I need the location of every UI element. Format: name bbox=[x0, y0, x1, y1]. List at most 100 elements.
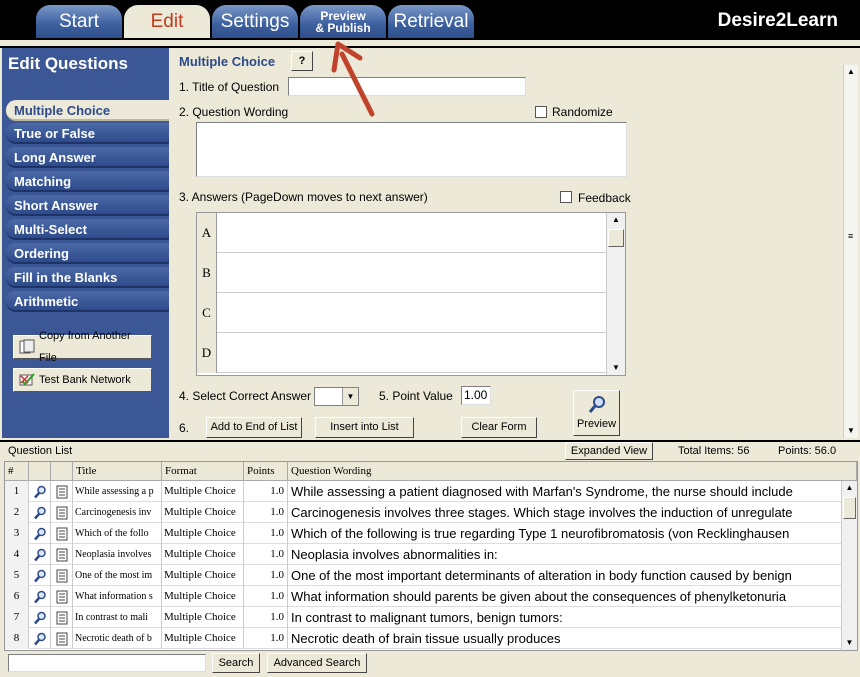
view-question-icon[interactable] bbox=[29, 607, 51, 628]
tab-settings[interactable]: Settings bbox=[212, 5, 298, 38]
row-title: In contrast to mali bbox=[73, 607, 162, 628]
qtype-multiple-choice[interactable]: Multiple Choice bbox=[6, 100, 169, 121]
row-number: 5 bbox=[5, 565, 29, 586]
header-points[interactable]: Points bbox=[244, 462, 288, 481]
table-row[interactable]: 2 Carcinogenesis inv Multiple Choice 1.0 Car… bbox=[5, 502, 841, 523]
tab-preview-publish[interactable]: Preview & Publish bbox=[300, 5, 386, 38]
answer-row[interactable]: C bbox=[197, 293, 606, 333]
row-title: One of the most im bbox=[73, 565, 162, 586]
view-question-icon[interactable] bbox=[29, 565, 51, 586]
randomize-checkbox[interactable] bbox=[535, 106, 547, 118]
qtype-multi-select[interactable]: Multi-Select bbox=[6, 219, 169, 240]
qtype-short-answer[interactable]: Short Answer bbox=[6, 195, 169, 216]
answer-letter: C bbox=[197, 293, 217, 333]
title-input[interactable] bbox=[288, 77, 526, 96]
edit-question-icon[interactable] bbox=[51, 607, 73, 628]
tab-retrieval[interactable]: Retrieval bbox=[388, 5, 474, 38]
answers-scrollbar[interactable]: ▲ ▼ bbox=[606, 213, 625, 375]
edit-question-icon[interactable] bbox=[51, 544, 73, 565]
search-input[interactable] bbox=[8, 654, 206, 672]
table-row[interactable]: 5 One of the most im Multiple Choice 1.0 One… bbox=[5, 565, 841, 586]
view-question-icon[interactable] bbox=[29, 628, 51, 649]
scroll-down-icon[interactable]: ▼ bbox=[607, 361, 625, 375]
table-row[interactable]: 8 Necrotic death of b Multiple Choice 1.0 Ne… bbox=[5, 628, 841, 649]
row-number: 3 bbox=[5, 523, 29, 544]
table-row[interactable]: 6 What information s Multiple Choice 1.0 Wha… bbox=[5, 586, 841, 607]
test-bank-network-button[interactable]: Test Bank Network bbox=[13, 368, 152, 392]
question-list-table: # Title Format Points Question Wording 1… bbox=[4, 461, 858, 651]
scroll-up-icon[interactable]: ▲ bbox=[842, 481, 857, 495]
editor-heading: Multiple Choice bbox=[179, 54, 276, 69]
view-question-icon[interactable] bbox=[29, 544, 51, 565]
expanded-view-button[interactable]: Expanded View bbox=[565, 442, 653, 460]
question-list-scrollbar[interactable]: ▲ ▼ bbox=[841, 481, 857, 650]
add-to-end-button[interactable]: Add to End of List bbox=[206, 417, 302, 438]
table-row[interactable]: 1 While assessing a p Multiple Choice 1.0 Wh… bbox=[5, 481, 841, 502]
qtype-long-answer[interactable]: Long Answer bbox=[6, 147, 169, 168]
row-points: 1.0 bbox=[244, 544, 288, 565]
answer-row[interactable]: D bbox=[197, 333, 606, 373]
header-wording[interactable]: Question Wording bbox=[288, 462, 857, 481]
scroll-thumb[interactable] bbox=[608, 229, 624, 247]
row-wording: While assessing a patient diagnosed with… bbox=[291, 484, 793, 499]
row-wording: Neoplasia involves abnormalities in: bbox=[291, 547, 498, 562]
row-points: 1.0 bbox=[244, 607, 288, 628]
table-row[interactable]: 3 Which of the follo Multiple Choice 1.0 Whi… bbox=[5, 523, 841, 544]
edit-question-icon[interactable] bbox=[51, 628, 73, 649]
left-panel-title: Edit Questions bbox=[8, 54, 128, 73]
row-title: What information s bbox=[73, 586, 162, 607]
view-question-icon[interactable] bbox=[29, 502, 51, 523]
copy-from-file-button[interactable]: Copy from Another File bbox=[13, 330, 152, 364]
view-question-icon[interactable] bbox=[29, 586, 51, 607]
editor-scrollbar[interactable]: ▲ ≡ ▼ bbox=[843, 65, 858, 438]
chevron-down-icon[interactable]: ▼ bbox=[342, 388, 358, 405]
edit-question-icon[interactable] bbox=[51, 502, 73, 523]
clear-form-button[interactable]: Clear Form bbox=[461, 417, 537, 438]
tab-edit[interactable]: Edit bbox=[124, 5, 210, 38]
question-editor: Multiple Choice ? 1. Title of Question 2… bbox=[169, 48, 843, 438]
advanced-search-button[interactable]: Advanced Search bbox=[267, 653, 367, 673]
view-question-icon[interactable] bbox=[29, 481, 51, 502]
header-edit[interactable] bbox=[51, 462, 73, 481]
qtype-ordering[interactable]: Ordering bbox=[6, 243, 169, 264]
correct-answer-select[interactable]: ▼ bbox=[314, 387, 359, 406]
table-row[interactable]: 4 Neoplasia involves Multiple Choice 1.0 Neo… bbox=[5, 544, 841, 565]
feedback-checkbox[interactable] bbox=[560, 191, 572, 203]
question-wording-input[interactable] bbox=[196, 122, 627, 177]
qtype-true-false[interactable]: True or False bbox=[6, 123, 169, 144]
scroll-up-icon[interactable]: ▲ bbox=[607, 213, 625, 227]
preview-button[interactable]: Preview bbox=[573, 390, 620, 436]
row-wording: Carcinogenesis involves three stages. Wh… bbox=[291, 505, 793, 520]
help-button[interactable]: ? bbox=[291, 51, 313, 71]
tab-preview-line2: & Publish bbox=[315, 21, 371, 35]
header-title[interactable]: Title bbox=[73, 462, 162, 481]
search-button[interactable]: Search bbox=[212, 653, 260, 673]
view-question-icon[interactable] bbox=[29, 523, 51, 544]
header-view[interactable] bbox=[29, 462, 51, 481]
points-total-text: Points: 56.0 bbox=[778, 445, 837, 457]
table-row[interactable]: 7 In contrast to mali Multiple Choice 1.0 In… bbox=[5, 607, 841, 628]
point-value-input[interactable]: 1.00 bbox=[461, 386, 491, 405]
row-wording: Necrotic death of brain tissue usually p… bbox=[291, 631, 561, 646]
qtype-arithmetic[interactable]: Arithmetic bbox=[6, 291, 169, 312]
edit-question-icon[interactable] bbox=[51, 586, 73, 607]
row-title: Necrotic death of b bbox=[73, 628, 162, 649]
scroll-down-icon[interactable]: ▼ bbox=[844, 424, 858, 438]
scroll-down-icon[interactable]: ▼ bbox=[842, 636, 857, 650]
scroll-thumb[interactable] bbox=[843, 497, 856, 519]
edit-question-icon[interactable] bbox=[51, 523, 73, 544]
edit-question-icon[interactable] bbox=[51, 481, 73, 502]
scroll-up-icon[interactable]: ▲ bbox=[844, 65, 858, 79]
qtype-fill-blanks[interactable]: Fill in the Blanks bbox=[6, 267, 169, 288]
answer-letter: D bbox=[197, 333, 217, 373]
edit-question-icon[interactable] bbox=[51, 565, 73, 586]
header-num[interactable]: # bbox=[5, 462, 29, 481]
tab-start[interactable]: Start bbox=[36, 5, 122, 38]
row-number: 7 bbox=[5, 607, 29, 628]
answer-letter: A bbox=[197, 213, 217, 253]
qtype-matching[interactable]: Matching bbox=[6, 171, 169, 192]
insert-into-list-button[interactable]: Insert into List bbox=[315, 417, 414, 438]
header-format[interactable]: Format bbox=[162, 462, 244, 481]
answer-row[interactable]: A bbox=[197, 213, 606, 253]
answer-row[interactable]: B bbox=[197, 253, 606, 293]
